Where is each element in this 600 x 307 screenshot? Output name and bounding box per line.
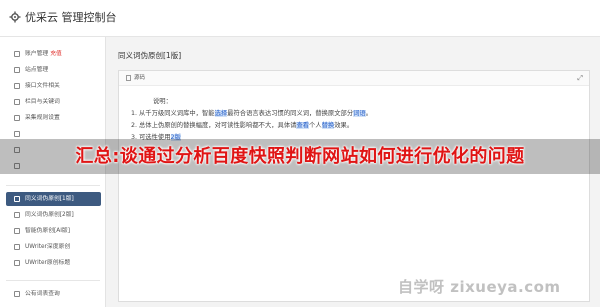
book-icon <box>14 291 20 297</box>
sidebar-item-synonym-v2[interactable]: 同义词伪原创[2版] <box>6 208 101 222</box>
sidebar-item-collection-rules[interactable]: 采集规则设置 <box>6 111 101 125</box>
sidebar-item-label: 栏目与关键词 <box>25 99 60 105</box>
title-banner: 汇总:谈通过分析百度快照判断网站如何进行优化的问题 <box>0 139 600 174</box>
sidebar-item-label: 同义词伪原创[2版] <box>25 212 74 218</box>
watermark: 自学呀 zixueya.com <box>398 278 561 296</box>
sidebar-item-label: 公有词表查询 <box>25 291 60 297</box>
sidebar-item-label: 采集规则设置 <box>25 115 60 121</box>
editor-heading: 说明： <box>153 98 172 105</box>
sidebar-item-synonym-v1[interactable]: 同义词伪原创[1版] <box>6 192 101 206</box>
sidebar-item-smart-ai[interactable]: 智能伪原创[AI版] <box>6 224 101 238</box>
cog-icon <box>14 115 20 121</box>
sidebar-item-label: UWriter原创标题 <box>25 260 71 266</box>
recharge-badge[interactable]: 充值 <box>50 51 62 57</box>
sidebar-item-label: UWriter深度原创 <box>25 244 71 250</box>
editor-line-1: 1. 从千万级同义词库中，智能选择最符合语言表达习惯的同义词，替换原文部分词语。 <box>131 110 372 117</box>
upload-icon <box>14 83 20 89</box>
tag-icon <box>14 99 20 105</box>
highlighted-word: 替换 <box>321 122 335 129</box>
sidebar-item-label: 智能伪原创[AI版] <box>25 228 70 234</box>
sidebar-item-sites[interactable]: 站点管理 <box>6 63 101 77</box>
highlighted-word: 选择 <box>214 110 228 117</box>
sidebar-item-uwriter-title[interactable]: UWriter原创标题 <box>6 256 101 270</box>
sidebar-item-label: 接口文件相关 <box>25 83 60 89</box>
list-icon <box>14 67 20 73</box>
highlighted-word: 词语 <box>353 110 366 117</box>
banner-text: 汇总:谈通过分析百度快照判断网站如何进行优化的问题 <box>75 146 525 167</box>
highlighted-word: 查看 <box>296 122 310 129</box>
refresh-icon <box>14 212 20 218</box>
sidebar-item-public-wordlist[interactable]: 公有词表查询 <box>6 287 101 301</box>
sidebar-divider <box>6 280 100 281</box>
cog-icon <box>14 131 20 137</box>
sidebar-item-interface-files[interactable]: 接口文件相关 <box>6 79 101 93</box>
editor-line-2: 2. 总体上伪原创的替换幅度，对可读性影响都不大，具体请查看个人替换效果。 <box>131 122 354 129</box>
source-button[interactable]: 源码 <box>134 71 145 85</box>
top-bar: 优采云 管理控制台 <box>0 0 600 37</box>
edit-icon <box>14 260 20 266</box>
sidebar-item-columns-keywords[interactable]: 栏目与关键词 <box>6 95 101 109</box>
edit-icon <box>14 244 20 250</box>
refresh-icon <box>14 196 20 202</box>
refresh-icon <box>14 228 20 234</box>
sidebar-item-label: 账户管理 <box>25 51 49 57</box>
sidebar-item-label: 站点管理 <box>25 67 49 73</box>
rich-text-editor[interactable]: 源码 ⤢ 说明： 1. 从千万级同义词库中，智能选择最符合语言表达习惯的同义词，… <box>118 70 590 302</box>
editor-toolbar: 源码 ⤢ <box>119 71 589 86</box>
chart-icon <box>14 51 20 57</box>
sidebar-divider <box>6 185 100 186</box>
gear-icon <box>9 11 21 23</box>
file-icon <box>126 75 131 81</box>
page-title: 同义词伪原创[1版] <box>118 51 182 60</box>
sidebar-item-uwriter-deep[interactable]: UWriter深度原创 <box>6 240 101 254</box>
app-title: 优采云 管理控制台 <box>25 11 117 24</box>
sidebar-item-label: 同义词伪原创[1版] <box>25 196 74 202</box>
sidebar-item-account[interactable]: 账户管理 充值 <box>6 47 101 61</box>
expand-icon[interactable]: ⤢ <box>577 71 583 85</box>
